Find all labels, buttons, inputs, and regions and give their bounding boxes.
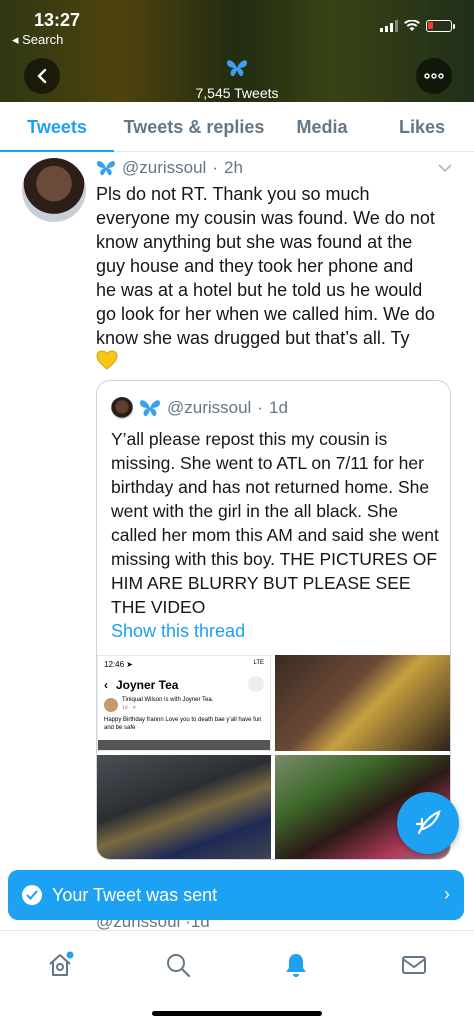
butterfly-icon	[97, 161, 115, 176]
tweet-text: Pls do not RT. Thank you so much everyon…	[96, 182, 436, 376]
messages-icon	[402, 956, 426, 974]
quote-time: 1d	[269, 398, 288, 417]
quoted-tweet[interactable]: @zurissoul · 1d Y’all please repost this m…	[96, 380, 451, 860]
chevron-right-icon: ›	[444, 884, 450, 904]
screenshot-network: LTE	[253, 660, 264, 666]
search-icon	[167, 954, 191, 978]
separator-dot: ·	[257, 398, 264, 417]
more-icon	[424, 73, 444, 79]
screenshot-date: 1d · ☀	[122, 705, 137, 711]
avatar[interactable]	[22, 158, 86, 222]
tweet-header: @zurissoul · 2h	[96, 158, 243, 178]
messages-tab[interactable]	[394, 945, 434, 985]
yellow-heart-icon	[96, 350, 118, 376]
tab-tweets[interactable]: Tweets	[0, 102, 114, 152]
butterfly-icon	[140, 400, 160, 417]
quote-avatar[interactable]	[111, 397, 133, 419]
home-tab[interactable]	[40, 945, 80, 985]
screenshot-back: ‹	[104, 678, 108, 692]
notifications-icon	[286, 954, 306, 977]
back-to-search-link[interactable]: ◂ Search	[12, 32, 63, 48]
screenshot-title-text: Joyner Tea	[116, 678, 179, 692]
profile-tabs: Tweets Tweets & replies Media Likes	[0, 102, 474, 152]
tweet-menu-button[interactable]	[438, 160, 452, 178]
status-time: 13:27	[34, 10, 81, 30]
compose-tweet-button[interactable]	[397, 792, 459, 854]
tab-likes[interactable]: Likes	[370, 102, 474, 152]
tweet-sent-toast[interactable]: Your Tweet was sent ›	[8, 870, 464, 920]
search-icon	[248, 676, 264, 692]
tab-media[interactable]: Media	[274, 102, 370, 152]
screenshot-avatar	[104, 698, 118, 712]
quote-handle[interactable]: @zurissoul	[167, 398, 251, 418]
media-photo-3[interactable]	[97, 755, 271, 859]
battery-icon	[426, 20, 455, 32]
tweet-body: Pls do not RT. Thank you so much everyon…	[96, 184, 435, 348]
screenshot-photo-strip	[98, 740, 270, 750]
butterfly-emoji	[0, 58, 474, 83]
check-icon	[22, 885, 42, 905]
chevron-down-icon	[438, 164, 452, 173]
tab-tweets-replies[interactable]: Tweets & replies	[114, 102, 274, 152]
more-button[interactable]	[416, 58, 452, 94]
screenshot-time: 12:46 ➤	[104, 660, 133, 669]
screenshot-body: Happy Birthday frannn Love you to death …	[104, 717, 262, 731]
home-icon	[49, 951, 74, 976]
feather-icon	[415, 810, 441, 835]
bottom-nav	[0, 930, 474, 1025]
status-icons	[380, 20, 455, 32]
screenshot-poster: Tiniqual Wilson is with Joyner Tea.	[122, 697, 214, 703]
quote-header: @zurissoul · 1d	[111, 397, 288, 419]
tweet-time: 2h	[224, 158, 243, 177]
status-bar: 13:27 ◂ Search	[0, 0, 474, 48]
screenshot-title: ‹ Joyner Tea	[104, 678, 178, 692]
signal-icon	[380, 20, 398, 32]
home-indicator	[152, 1011, 322, 1016]
wifi-icon	[404, 20, 420, 31]
tweet-count: 7,545 Tweets	[195, 85, 279, 101]
search-tab[interactable]	[158, 945, 198, 985]
show-thread-link[interactable]: Show this thread	[111, 621, 245, 642]
separator-dot: ·	[212, 158, 219, 177]
header-title: 7,545 Tweets	[0, 58, 474, 101]
quote-text: Y’all please repost this my cousin is mi…	[111, 429, 439, 617]
tweet-handle[interactable]: @zurissoul	[122, 158, 206, 178]
butterfly-icon	[227, 60, 247, 77]
toast-message: Your Tweet was sent	[52, 884, 218, 905]
notifications-tab[interactable]	[276, 945, 316, 985]
media-photo-2[interactable]	[275, 655, 450, 751]
media-screenshot[interactable]: 12:46 ➤ LTE ‹ Joyner Tea Tiniqual Wilson…	[97, 655, 271, 751]
